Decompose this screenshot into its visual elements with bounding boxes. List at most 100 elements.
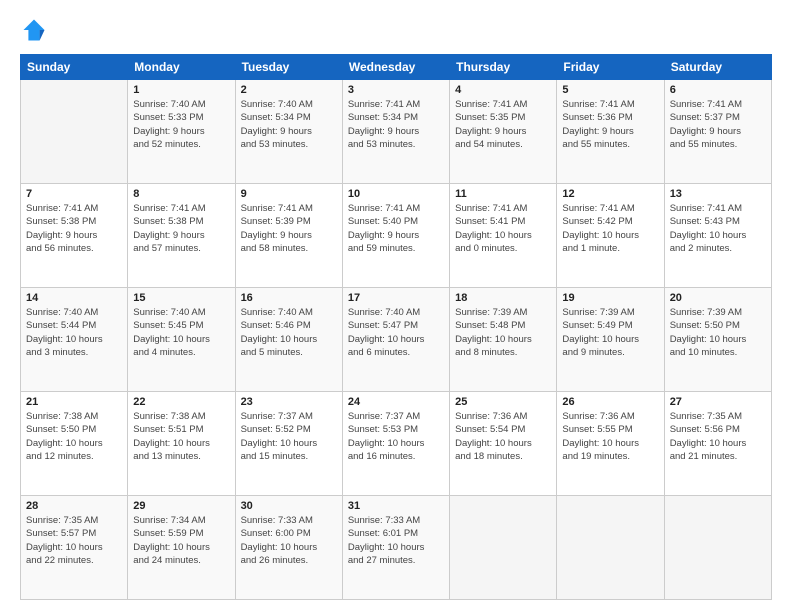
calendar-day: 2 Sunrise: 7:40 AM Sunset: 5:34 PM Daylig… [235,80,342,184]
calendar-day: 13 Sunrise: 7:41 AM Sunset: 5:43 PM Dayli… [664,184,771,288]
calendar-header-thursday: Thursday [450,55,557,80]
day-number: 16 [241,292,337,304]
calendar-header-friday: Friday [557,55,664,80]
logo [20,16,52,44]
calendar-header-tuesday: Tuesday [235,55,342,80]
day-number: 14 [26,292,122,304]
day-info: Sunrise: 7:41 AM Sunset: 5:39 PM Dayligh… [241,202,337,255]
day-number: 11 [455,188,551,200]
day-info: Sunrise: 7:35 AM Sunset: 5:56 PM Dayligh… [670,410,766,463]
calendar-day [21,80,128,184]
day-info: Sunrise: 7:41 AM Sunset: 5:40 PM Dayligh… [348,202,444,255]
calendar-header-monday: Monday [128,55,235,80]
day-number: 18 [455,292,551,304]
calendar-header-sunday: Sunday [21,55,128,80]
calendar-day: 31 Sunrise: 7:33 AM Sunset: 6:01 PM Dayli… [342,496,449,600]
day-info: Sunrise: 7:39 AM Sunset: 5:49 PM Dayligh… [562,306,658,359]
calendar-day: 28Sunrise: 7:35 AM Sunset: 5:57 PM Dayli… [21,496,128,600]
day-info: Sunrise: 7:41 AM Sunset: 5:34 PM Dayligh… [348,98,444,151]
day-info: Sunrise: 7:41 AM Sunset: 5:38 PM Dayligh… [26,202,122,255]
calendar-day: 3 Sunrise: 7:41 AM Sunset: 5:34 PM Daylig… [342,80,449,184]
calendar-day: 24 Sunrise: 7:37 AM Sunset: 5:53 PM Dayli… [342,392,449,496]
day-info: Sunrise: 7:39 AM Sunset: 5:50 PM Dayligh… [670,306,766,359]
day-number: 6 [670,84,766,96]
day-number: 1 [133,84,229,96]
day-info: Sunrise: 7:36 AM Sunset: 5:55 PM Dayligh… [562,410,658,463]
day-number: 15 [133,292,229,304]
calendar-day: 29 Sunrise: 7:34 AM Sunset: 5:59 PM Dayli… [128,496,235,600]
day-number: 20 [670,292,766,304]
day-number: 2 [241,84,337,96]
calendar-day: 22 Sunrise: 7:38 AM Sunset: 5:51 PM Dayli… [128,392,235,496]
day-number: 27 [670,396,766,408]
day-number: 22 [133,396,229,408]
calendar-week-1: 1Sunrise: 7:40 AM Sunset: 5:33 PM Daylig… [21,80,772,184]
calendar-day [557,496,664,600]
day-info: Sunrise: 7:40 AM Sunset: 5:46 PM Dayligh… [241,306,337,359]
day-number: 29 [133,500,229,512]
day-number: 31 [348,500,444,512]
calendar-day: 20 Sunrise: 7:39 AM Sunset: 5:50 PM Dayli… [664,288,771,392]
calendar-day: 25Sunrise: 7:36 AM Sunset: 5:54 PM Dayli… [450,392,557,496]
day-info: Sunrise: 7:41 AM Sunset: 5:35 PM Dayligh… [455,98,551,151]
day-info: Sunrise: 7:41 AM Sunset: 5:42 PM Dayligh… [562,202,658,255]
day-number: 19 [562,292,658,304]
calendar-week-5: 28Sunrise: 7:35 AM Sunset: 5:57 PM Dayli… [21,496,772,600]
calendar-day: 23Sunrise: 7:37 AM Sunset: 5:52 PM Dayli… [235,392,342,496]
day-number: 12 [562,188,658,200]
day-info: Sunrise: 7:39 AM Sunset: 5:48 PM Dayligh… [455,306,551,359]
day-number: 9 [241,188,337,200]
day-info: Sunrise: 7:37 AM Sunset: 5:53 PM Dayligh… [348,410,444,463]
day-info: Sunrise: 7:41 AM Sunset: 5:37 PM Dayligh… [670,98,766,151]
calendar-day: 7 Sunrise: 7:41 AM Sunset: 5:38 PM Daylig… [21,184,128,288]
day-info: Sunrise: 7:34 AM Sunset: 5:59 PM Dayligh… [133,514,229,567]
day-info: Sunrise: 7:40 AM Sunset: 5:45 PM Dayligh… [133,306,229,359]
calendar-day: 8 Sunrise: 7:41 AM Sunset: 5:38 PM Daylig… [128,184,235,288]
day-number: 17 [348,292,444,304]
day-info: Sunrise: 7:41 AM Sunset: 5:38 PM Dayligh… [133,202,229,255]
day-info: Sunrise: 7:33 AM Sunset: 6:00 PM Dayligh… [241,514,337,567]
calendar-day: 11 Sunrise: 7:41 AM Sunset: 5:41 PM Dayli… [450,184,557,288]
day-info: Sunrise: 7:41 AM Sunset: 5:43 PM Dayligh… [670,202,766,255]
day-number: 26 [562,396,658,408]
day-info: Sunrise: 7:40 AM Sunset: 5:47 PM Dayligh… [348,306,444,359]
day-info: Sunrise: 7:41 AM Sunset: 5:41 PM Dayligh… [455,202,551,255]
calendar-day: 27 Sunrise: 7:35 AM Sunset: 5:56 PM Dayli… [664,392,771,496]
calendar-day: 9 Sunrise: 7:41 AM Sunset: 5:39 PM Daylig… [235,184,342,288]
calendar-day: 5Sunrise: 7:41 AM Sunset: 5:36 PM Daylig… [557,80,664,184]
calendar-day: 19 Sunrise: 7:39 AM Sunset: 5:49 PM Dayli… [557,288,664,392]
day-number: 3 [348,84,444,96]
calendar-day: 26 Sunrise: 7:36 AM Sunset: 5:55 PM Dayli… [557,392,664,496]
calendar-header-saturday: Saturday [664,55,771,80]
day-number: 21 [26,396,122,408]
day-number: 25 [455,396,551,408]
day-info: Sunrise: 7:33 AM Sunset: 6:01 PM Dayligh… [348,514,444,567]
header [20,16,772,44]
logo-icon [20,16,48,44]
day-info: Sunrise: 7:35 AM Sunset: 5:57 PM Dayligh… [26,514,122,567]
day-number: 7 [26,188,122,200]
calendar-table: SundayMondayTuesdayWednesdayThursdayFrid… [20,54,772,600]
calendar-day [450,496,557,600]
calendar-day: 14Sunrise: 7:40 AM Sunset: 5:44 PM Dayli… [21,288,128,392]
day-info: Sunrise: 7:41 AM Sunset: 5:36 PM Dayligh… [562,98,658,151]
day-info: Sunrise: 7:38 AM Sunset: 5:51 PM Dayligh… [133,410,229,463]
day-number: 4 [455,84,551,96]
calendar-header-wednesday: Wednesday [342,55,449,80]
calendar-day: 21Sunrise: 7:38 AM Sunset: 5:50 PM Dayli… [21,392,128,496]
day-number: 8 [133,188,229,200]
day-number: 10 [348,188,444,200]
day-number: 24 [348,396,444,408]
calendar-day: 1Sunrise: 7:40 AM Sunset: 5:33 PM Daylig… [128,80,235,184]
day-number: 13 [670,188,766,200]
calendar-week-3: 14Sunrise: 7:40 AM Sunset: 5:44 PM Dayli… [21,288,772,392]
calendar-day: 16 Sunrise: 7:40 AM Sunset: 5:46 PM Dayli… [235,288,342,392]
calendar-day: 10 Sunrise: 7:41 AM Sunset: 5:40 PM Dayli… [342,184,449,288]
calendar-day: 15 Sunrise: 7:40 AM Sunset: 5:45 PM Dayli… [128,288,235,392]
day-number: 23 [241,396,337,408]
calendar-header-row: SundayMondayTuesdayWednesdayThursdayFrid… [21,55,772,80]
day-info: Sunrise: 7:40 AM Sunset: 5:34 PM Dayligh… [241,98,337,151]
calendar-week-2: 7 Sunrise: 7:41 AM Sunset: 5:38 PM Daylig… [21,184,772,288]
calendar-day: 18 Sunrise: 7:39 AM Sunset: 5:48 PM Dayli… [450,288,557,392]
calendar-week-4: 21Sunrise: 7:38 AM Sunset: 5:50 PM Dayli… [21,392,772,496]
